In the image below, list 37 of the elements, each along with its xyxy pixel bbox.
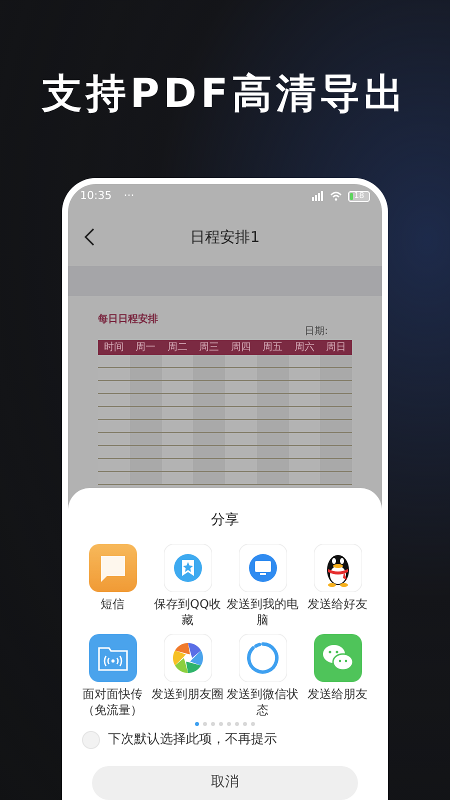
ring-icon	[238, 634, 286, 682]
share-option[interactable]: 短信	[74, 596, 150, 612]
share-option[interactable]: 发送给好友	[300, 596, 376, 612]
share-option[interactable]: 发送给朋友	[300, 686, 376, 702]
share-option[interactable]: 发送到朋友圈	[150, 686, 226, 702]
wifi-icon	[330, 191, 342, 201]
column-header: 周三	[198, 342, 220, 354]
remember-label: 下次默认选择此项，不再提示	[108, 731, 277, 749]
headline: 支持PDF高清导出	[42, 70, 408, 119]
share-option[interactable]: 面对面快传（免流量）	[74, 686, 150, 718]
cancel-button[interactable]: 取消	[92, 766, 358, 800]
bookmark-star-icon	[164, 544, 212, 592]
message-icon	[88, 544, 136, 592]
column-header: 时间	[102, 342, 125, 354]
column-header: 周日	[325, 342, 348, 354]
chat-bubbles-icon	[314, 634, 362, 682]
date-label: 日期:	[304, 326, 328, 338]
column-header: 周五	[262, 342, 284, 354]
share-option[interactable]: 发送到微信状态	[224, 686, 300, 718]
folder-broadcast-icon	[88, 634, 136, 682]
column-header: 周二	[166, 342, 188, 354]
column-header: 周六	[293, 342, 316, 354]
sheet-title: 分享	[211, 511, 239, 530]
signal-icon	[310, 191, 324, 201]
share-option[interactable]: 保存到QQ收藏	[150, 596, 226, 628]
column-header: 周四	[230, 342, 252, 354]
penguin-icon	[314, 544, 362, 592]
status-time: 10:35	[80, 188, 112, 204]
document-title: 每日日程安排	[98, 314, 159, 326]
page-title: 日程安排1	[190, 226, 260, 248]
share-option[interactable]: 发送到我的电脑	[224, 596, 300, 628]
remember-checkbox[interactable]	[82, 730, 100, 749]
back-icon[interactable]	[84, 228, 95, 246]
aperture-icon	[164, 634, 212, 682]
column-header: 周一	[134, 342, 157, 354]
status-dots: ···	[124, 188, 134, 204]
computer-icon	[238, 544, 286, 592]
